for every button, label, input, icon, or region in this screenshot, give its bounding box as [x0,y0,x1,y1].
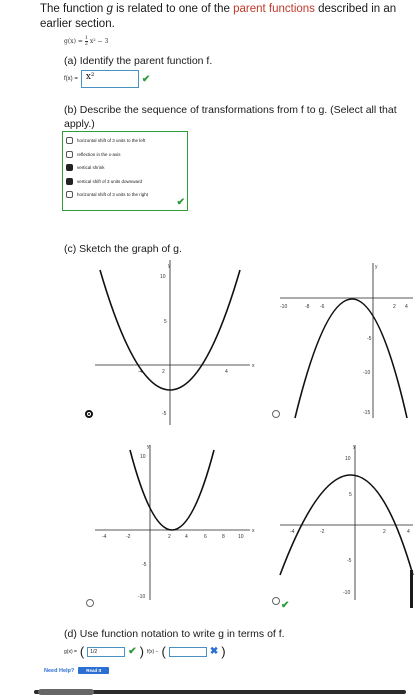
graph-d-radio[interactable] [272,597,280,605]
y-tick: 5 [164,319,167,325]
y-tick: 5 [349,492,352,498]
scrollbar-thumb[interactable] [410,570,413,608]
choice-label: reflection in the x-axis [77,151,121,157]
x-tick: 4 [405,304,408,310]
x-tick: -10 [280,304,287,310]
x-tick: -4 [102,534,107,540]
part-b-check-icon: ✔ [176,197,185,208]
curve [129,449,215,531]
problem-intro: The function g is related to one of the … [40,2,412,32]
y-tick: -5 [142,562,147,568]
y-tick: -10 [138,594,145,600]
choice-h-shift-left[interactable]: horizontal shift of 3 units to the left [66,134,184,148]
help-row: Need Help? Read It [44,667,110,674]
choice-label: vertical shift of 3 units downward [77,178,143,184]
paren-open: ( [161,644,166,659]
axis-y-label: y [168,263,171,269]
y-tick: 10 [345,456,351,462]
paren-open: ( [79,644,85,659]
fx-label: f(x) = [64,76,78,82]
g-def-fraction: 1 2 [84,36,88,47]
part-a-prompt: (a) Identify the parent function f. [64,55,213,67]
toolbar-handle[interactable] [38,689,94,695]
coefficient-input[interactable]: 1/2 [87,646,126,657]
parent-functions-link[interactable]: parent functions [233,3,315,15]
g-def-den: 2 [84,41,88,47]
part-d-prompt: (d) Use function notation to write g in … [64,628,285,640]
intro-middle: is related to one of the [112,3,234,15]
graph-a-radio[interactable] [85,410,93,418]
x-tick: 2 [162,369,165,375]
coef-check-icon: ✔ [128,646,137,657]
choice-h-shift-right[interactable]: horizontal shift of 3 units to the right [66,188,184,202]
choice-label: horizontal shift of 3 units to the right [77,192,149,198]
x-tick: 2 [168,534,171,540]
part-b-prompt: (b) Describe the sequence of transformat… [64,104,397,130]
x-tick: 4 [185,534,188,540]
choice-label: horizontal shift of 3 units to the left [77,138,146,144]
choice-v-shift-down[interactable]: vertical shift of 3 units downward [66,175,184,189]
y-tick: 10 [160,274,166,280]
part-a-row: f(x) = x² ✔ [64,70,150,88]
need-help-label: Need Help? [44,667,75,674]
y-tick: 10 [140,454,146,460]
x-tick: -8 [305,304,310,310]
read-it-button[interactable]: Read It [78,667,110,674]
checkbox[interactable] [66,191,73,199]
constant-input[interactable] [168,646,207,657]
y-tick: -5 [162,411,167,417]
part-d-row: g(x) = ( 1/2 ✔ ) f(x) − ( ✖ ) [64,645,226,658]
g-def-lhs: g(x) = [64,38,85,45]
choice-reflection-x[interactable]: reflection in the x-axis [66,148,184,162]
intro-before: The function [40,3,107,15]
graph-option-d[interactable]: y -4 -2 2 4 10 5 -5 -10 [275,440,415,605]
x-tick: 2 [393,304,396,310]
part-a-check-icon: ✔ [141,73,151,85]
x-tick: 6 [204,534,207,540]
choice-label: vertical shrink [77,165,105,171]
choice-vertical-shrink[interactable]: vertical shrink [66,161,184,175]
graph-b-radio[interactable] [272,410,280,418]
parent-function-input[interactable]: x² [80,70,139,88]
axis-y-label: y [375,264,378,270]
x-tick: -2 [126,534,131,540]
part-c-prompt: (c) Sketch the graph of g. [64,243,182,255]
x-tick: -6 [320,304,325,310]
y-tick: -10 [343,590,350,596]
x-tick: -2 [320,529,325,535]
checkbox-checked[interactable] [66,177,73,185]
gx-label: g(x) = [64,648,77,655]
y-tick: -15 [363,410,370,416]
transformation-choices: horizontal shift of 3 units to the left … [62,131,188,211]
paren-close: ) [139,644,144,659]
g-def-rest: x² − 3 [89,38,109,45]
checkbox[interactable] [66,137,73,145]
x-tick: 4 [407,529,410,535]
y-tick: -5 [367,336,372,342]
graph-option-b[interactable]: y -10 -8 -6 2 4 -5 -10 -15 [275,258,415,423]
part-c-check-icon: ✔ [281,600,290,611]
paren-close: ) [221,644,226,659]
fx-minus-label: f(x) − [147,648,159,655]
axis-y-label: y [147,444,150,450]
graph-option-a[interactable]: x y -4 2 4 10 5 -5 [90,255,260,430]
bottom-toolbar [34,689,406,695]
y-tick: -5 [347,558,352,564]
x-tick: -4 [290,529,295,535]
x-tick: 4 [225,369,228,375]
const-cross-icon: ✖ [209,646,219,657]
g-definition: g(x) = 1 2 x² − 3 [64,36,108,47]
y-tick: -10 [363,370,370,376]
curve [294,298,408,419]
axis-x-label: x [252,363,255,369]
checkbox[interactable] [66,150,73,158]
x-tick: 2 [383,529,386,535]
x-tick: 10 [238,534,244,540]
axis-x-label: x [252,528,255,534]
checkbox-checked[interactable] [66,164,73,172]
axis-y-label: y [353,444,356,450]
graph-c-radio[interactable] [86,599,94,607]
x-tick: 8 [222,534,225,540]
graph-option-c[interactable]: x y -4 -2 2 4 6 8 10 10 -5 -10 [90,440,260,605]
